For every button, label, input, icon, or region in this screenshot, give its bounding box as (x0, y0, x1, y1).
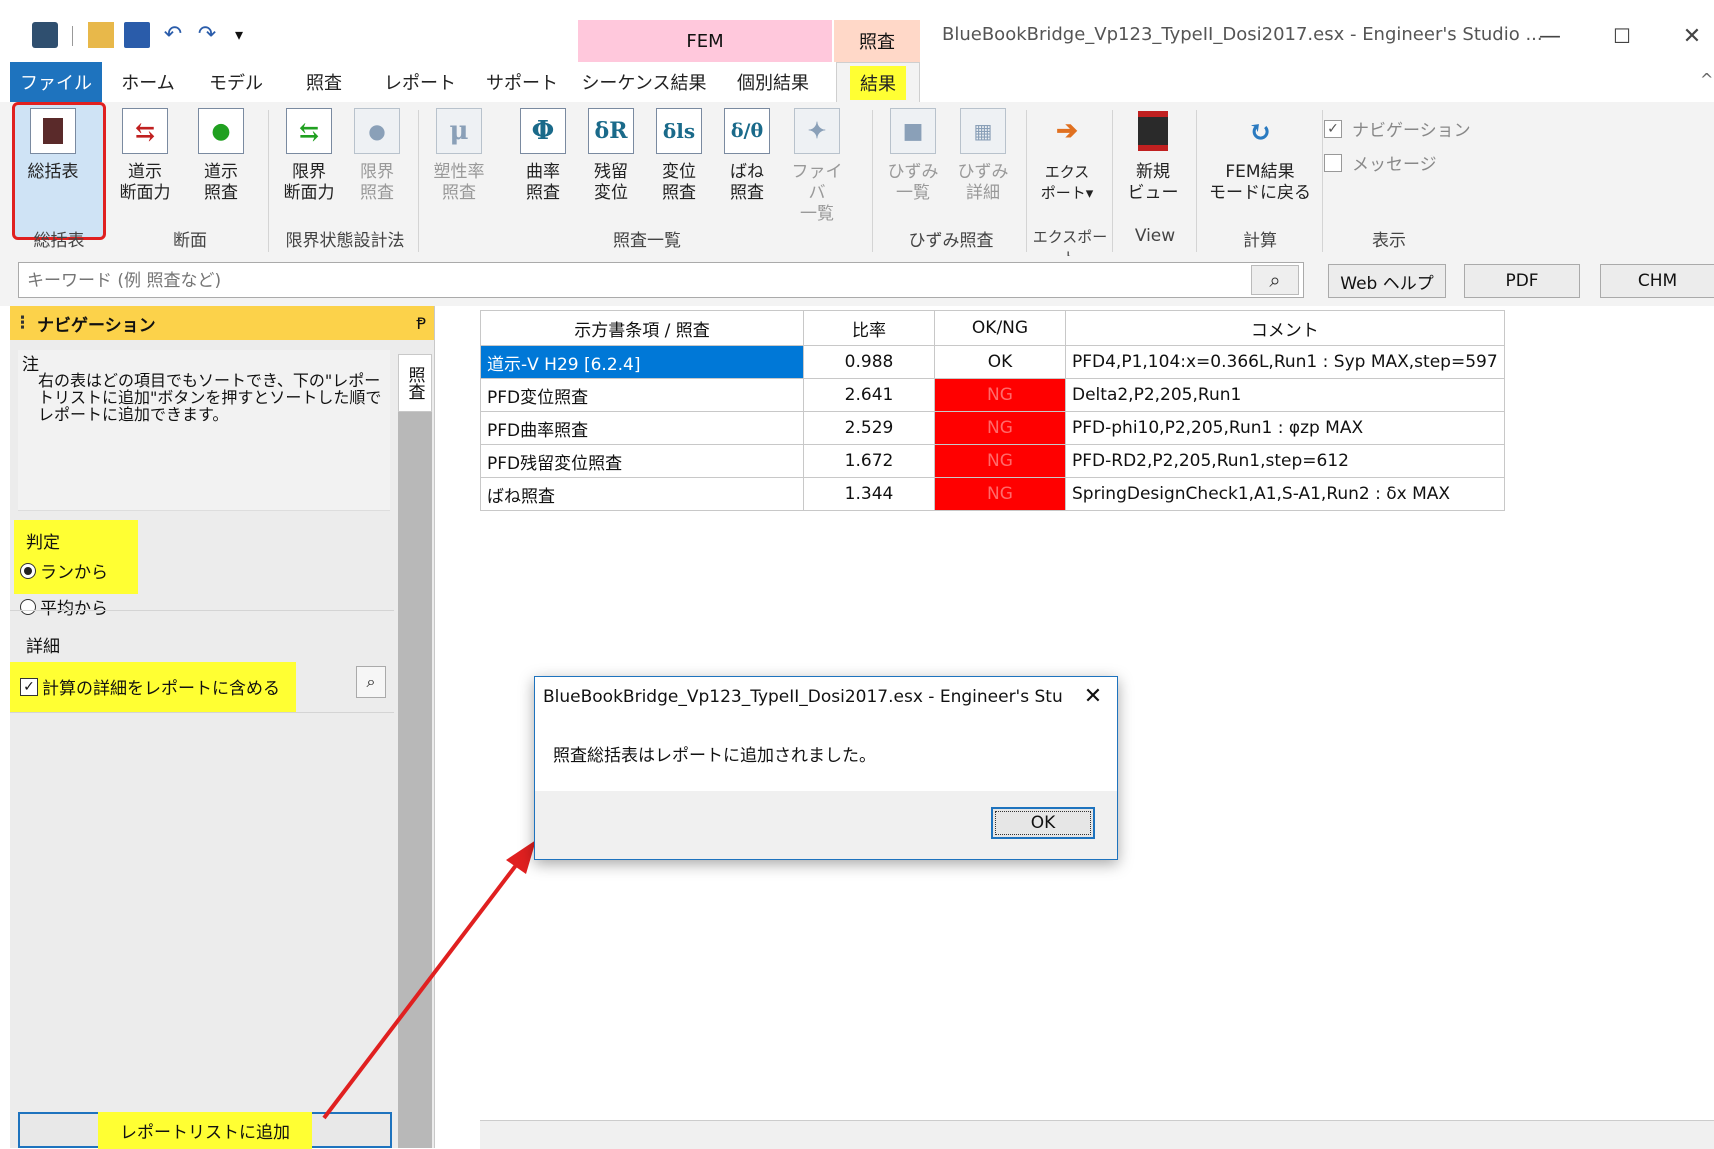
message-dialog: BlueBookBridge_Vp123_TypeII_Dosi2017.esx… (534, 676, 1118, 860)
dialog-ok-button[interactable]: OK (991, 807, 1095, 839)
dialog-title: BlueBookBridge_Vp123_TypeII_Dosi2017.esx… (543, 687, 1063, 707)
annotation-arrow (322, 840, 536, 1120)
annotation-arrow-line (322, 858, 522, 1120)
annotation-arrow-head (506, 840, 536, 874)
dialog-close-button[interactable]: ✕ (1075, 683, 1111, 711)
dialog-message: 照査総括表はレポートに追加されました。 (553, 746, 876, 766)
dialog-footer: OK (535, 791, 1117, 859)
